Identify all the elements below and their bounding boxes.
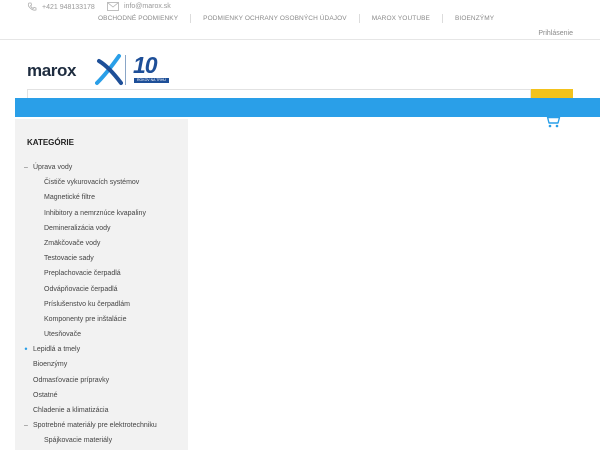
category-item[interactable]: Inhibitory a nemrznúce kvapaliny — [15, 206, 188, 221]
category-label: Bioenzýmy — [33, 361, 68, 369]
category-item[interactable]: Demineralizácia vody — [15, 221, 188, 236]
logo-x-icon — [95, 53, 123, 92]
collapse-icon[interactable]: – — [23, 160, 29, 175]
nav-link-bioenzymes[interactable]: BIOENZÝMY — [443, 14, 506, 23]
category-list: – Úprava vody Čističe vykurovacích systémo… — [15, 160, 188, 449]
category-item[interactable]: Zmäkčovače vody — [15, 236, 188, 251]
category-label: Chladenie a klimatizácia — [33, 407, 109, 414]
sidebar-title: KATEGÓRIE — [27, 138, 74, 147]
category-item[interactable]: Spájkovacie materiály — [15, 433, 188, 448]
cart-icon[interactable] — [543, 113, 561, 134]
category-item[interactable]: Odvápňovacie čerpadlá — [15, 282, 188, 297]
login-link[interactable]: Prihlásenie — [538, 30, 573, 37]
category-label: Spotrebné materiály pre elektrotechniku — [33, 422, 157, 430]
category-label: Spájkovacie materiály — [44, 437, 113, 445]
category-label: Odvápňovacie čerpadlá — [44, 285, 118, 293]
category-label: Magnetické filtre — [44, 194, 95, 202]
category-sidebar: KATEGÓRIE – Úprava vody Čističe vykurovací… — [15, 119, 188, 450]
email-contact[interactable]: info@marox.sk — [107, 2, 171, 11]
category-label: Odmasťovacie prípravky — [33, 376, 110, 384]
category-label: Lepidlá a tmely — [33, 346, 81, 354]
phone-number: +421 948133178 — [42, 3, 95, 11]
phone-icon — [27, 2, 37, 12]
top-bar: +421 948133178 info@marox.sk OBCHODNÉ PO… — [0, 0, 600, 40]
category-item[interactable]: Komponenty pre inštalácie — [15, 312, 188, 327]
category-label: Príslušenstvo ku čerpadlám — [44, 300, 130, 308]
category-item[interactable]: Príslušenstvo ku čerpadlám — [15, 297, 188, 312]
category-label: Zmäkčovače vody — [44, 239, 101, 247]
envelope-icon — [107, 2, 119, 11]
nav-link-privacy-terms[interactable]: PODMIENKY OCHRANY OSOBNÝCH ÚDAJOV — [191, 14, 360, 23]
category-item[interactable]: Utesňovače — [15, 327, 188, 342]
logo-wordmark: marox — [27, 61, 77, 80]
category-item[interactable]: Ostatné — [15, 388, 188, 403]
phone-contact[interactable]: +421 948133178 — [27, 2, 95, 12]
category-label: Utesňovače — [44, 331, 81, 339]
category-label: Čističe vykurovacích systémov — [44, 179, 140, 187]
category-label: Komponenty pre inštalácie — [44, 315, 127, 323]
category-item[interactable]: Čističe vykurovacích systémov — [15, 175, 188, 190]
nav-link-business-terms[interactable]: OBCHODNÉ PODMIENKY — [86, 14, 192, 23]
logo-divider — [125, 55, 126, 85]
category-label: Ostatné — [33, 391, 58, 399]
category-label: Preplachovacie čerpadlá — [44, 270, 121, 278]
bullet-icon[interactable]: • — [23, 342, 29, 357]
category-item[interactable]: Chladenie a klimatizácia — [15, 403, 188, 418]
category-item[interactable]: Odmasťovacie prípravky — [15, 373, 188, 388]
site-logo[interactable]: marox 10 ROKOV NA TRHU — [27, 52, 172, 90]
category-item[interactable]: Testovacie sady — [15, 251, 188, 266]
category-item[interactable]: Magnetické filtre — [15, 190, 188, 205]
top-navigation: OBCHODNÉ PODMIENKY PODMIENKY OCHRANY OSO… — [86, 14, 506, 23]
collapse-icon[interactable]: – — [23, 418, 29, 433]
category-item[interactable]: Preplachovacie čerpadlá — [15, 266, 188, 281]
category-label: Úprava vody — [33, 164, 73, 171]
category-item[interactable]: – Spotrebné materiály pre elektrotechniku — [15, 418, 188, 433]
main-menu-bar[interactable] — [15, 98, 600, 117]
email-address: info@marox.sk — [124, 3, 171, 10]
anniversary-number: 10 — [133, 52, 158, 78]
anniversary-caption: ROKOV NA TRHU — [134, 78, 169, 83]
category-item[interactable]: Bioenzýmy — [15, 357, 188, 372]
category-item[interactable]: • Lepidlá a tmely — [15, 342, 188, 357]
category-label: Inhibitory a nemrznúce kvapaliny — [44, 209, 146, 217]
category-label: Testovacie sady — [44, 255, 94, 263]
category-label: Demineralizácia vody — [44, 224, 111, 232]
nav-link-youtube[interactable]: MAROX YOUTUBE — [360, 14, 443, 23]
category-item[interactable]: – Úprava vody — [15, 160, 188, 175]
